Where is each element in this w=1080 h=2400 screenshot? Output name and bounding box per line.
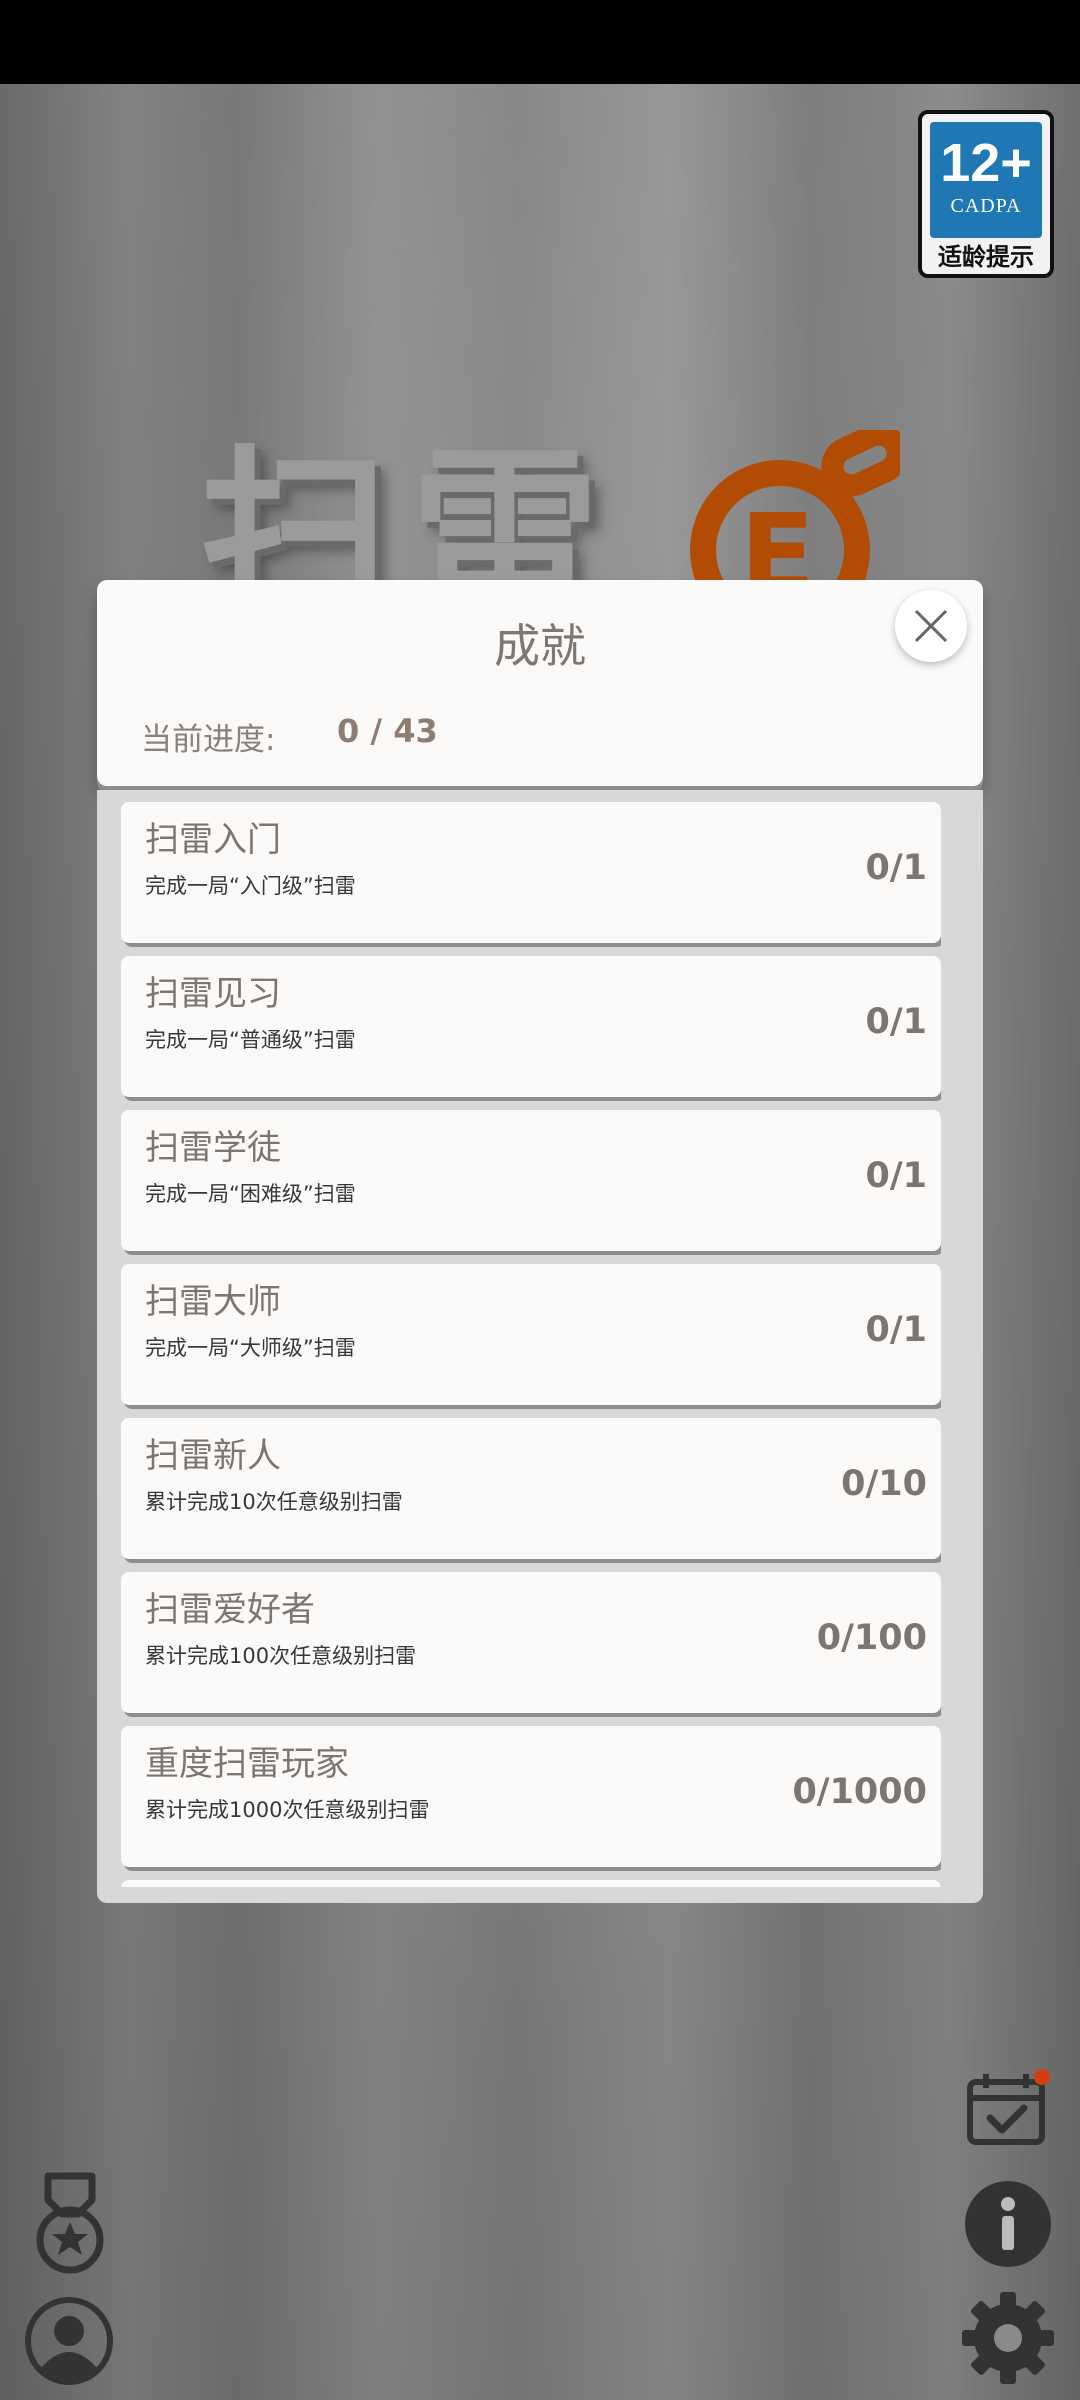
notification-dot	[1034, 2069, 1050, 2085]
achievement-item[interactable]: 扫雷入门 完成一局“入门级”扫雷 0/1	[121, 802, 941, 943]
bomb-letter: E	[740, 490, 816, 580]
achievements-button[interactable]	[30, 2170, 110, 2280]
progress-label: 当前进度:	[141, 722, 276, 758]
achievement-name: 扫雷新人	[145, 1436, 281, 1476]
achievement-description: 完成一局“入门级”扫雷	[145, 874, 356, 898]
achievement-name: 扫雷入门	[145, 820, 281, 860]
achievement-description: 完成一局“困难级”扫雷	[145, 1182, 356, 1206]
achievement-item[interactable]: 扫雷见习 完成一局“普通级”扫雷 0/1	[121, 956, 941, 1097]
age-rating-tip: 适龄提示	[938, 243, 1034, 271]
achievement-item[interactable]: 扫雷学徒 完成一局“困难级”扫雷 0/1	[121, 1110, 941, 1251]
achievement-name: 扫雷学徒	[145, 1128, 281, 1168]
achievement-progress: 0/10	[841, 1464, 927, 1504]
age-rating-panel: 12+ CADPA	[930, 122, 1042, 238]
achievement-description: 累计完成1000次任意级别扫雷	[145, 1798, 430, 1822]
modal-header: 成就 当前进度: 0 / 43	[97, 580, 983, 786]
achievement-progress: 0/1	[865, 1156, 928, 1196]
achievement-description: 完成一局“普通级”扫雷	[145, 1028, 356, 1052]
progress-value: 0 / 43	[337, 712, 438, 750]
game-title-text: 扫雷	[200, 430, 621, 580]
achievement-progress: 0/1	[865, 848, 928, 888]
achievement-progress: 0/1	[865, 1002, 928, 1042]
settings-button[interactable]	[960, 2290, 1056, 2386]
achievement-progress: 0/1	[865, 1310, 928, 1350]
medal-icon	[36, 2172, 104, 2274]
info-icon	[965, 2181, 1051, 2267]
achievement-name: 扫雷爱好者	[145, 1590, 315, 1630]
achievement-item-partial[interactable]	[121, 1880, 941, 1887]
achievement-name: 重度扫雷玩家	[145, 1744, 349, 1784]
achievement-list-panel[interactable]: 扫雷入门 完成一局“入门级”扫雷 0/1 扫雷见习 完成一局“普通级”扫雷 0/…	[97, 790, 983, 1903]
close-button[interactable]	[895, 590, 967, 662]
achievement-item[interactable]: 重度扫雷玩家 累计完成1000次任意级别扫雷 0/1000	[121, 1726, 941, 1867]
status-bar	[0, 0, 1080, 84]
profile-button[interactable]	[24, 2296, 114, 2386]
achievement-item[interactable]: 扫雷爱好者 累计完成100次任意级别扫雷 0/100	[121, 1572, 941, 1713]
gear-icon	[962, 2292, 1054, 2384]
calendar-check-icon	[967, 2074, 1045, 2145]
game-title-logo: 扫雷 E	[200, 430, 900, 580]
achievement-name: 扫雷大师	[145, 1282, 281, 1322]
daily-checkin-button[interactable]	[966, 2070, 1046, 2146]
achievement-item[interactable]: 扫雷大师 完成一局“大师级”扫雷 0/1	[121, 1264, 941, 1405]
age-rating-number: 12+	[940, 133, 1032, 193]
achievement-description: 累计完成100次任意级别扫雷	[145, 1644, 417, 1668]
achievement-description: 累计完成10次任意级别扫雷	[145, 1490, 403, 1514]
achievement-progress: 0/1000	[792, 1772, 927, 1812]
achievement-description: 完成一局“大师级”扫雷	[145, 1336, 356, 1360]
age-rating-org: CADPA	[950, 195, 1022, 217]
close-icon	[914, 609, 948, 643]
achievement-list[interactable]: 扫雷入门 完成一局“入门级”扫雷 0/1 扫雷见习 完成一局“普通级”扫雷 0/…	[121, 802, 941, 1887]
age-rating-badge[interactable]: 12+ CADPA 适龄提示	[918, 110, 1054, 278]
achievement-item[interactable]: 扫雷新人 累计完成10次任意级别扫雷 0/10	[121, 1418, 941, 1559]
modal-title: 成就	[494, 619, 586, 673]
user-icon	[25, 2297, 113, 2385]
info-button[interactable]	[964, 2180, 1052, 2268]
achievements-modal: 成就 当前进度: 0 / 43 扫雷入门 完成一局“入门级”扫雷 0/1 扫雷见…	[97, 580, 983, 1903]
achievement-progress: 0/100	[816, 1618, 927, 1658]
achievement-name: 扫雷见习	[145, 974, 281, 1014]
